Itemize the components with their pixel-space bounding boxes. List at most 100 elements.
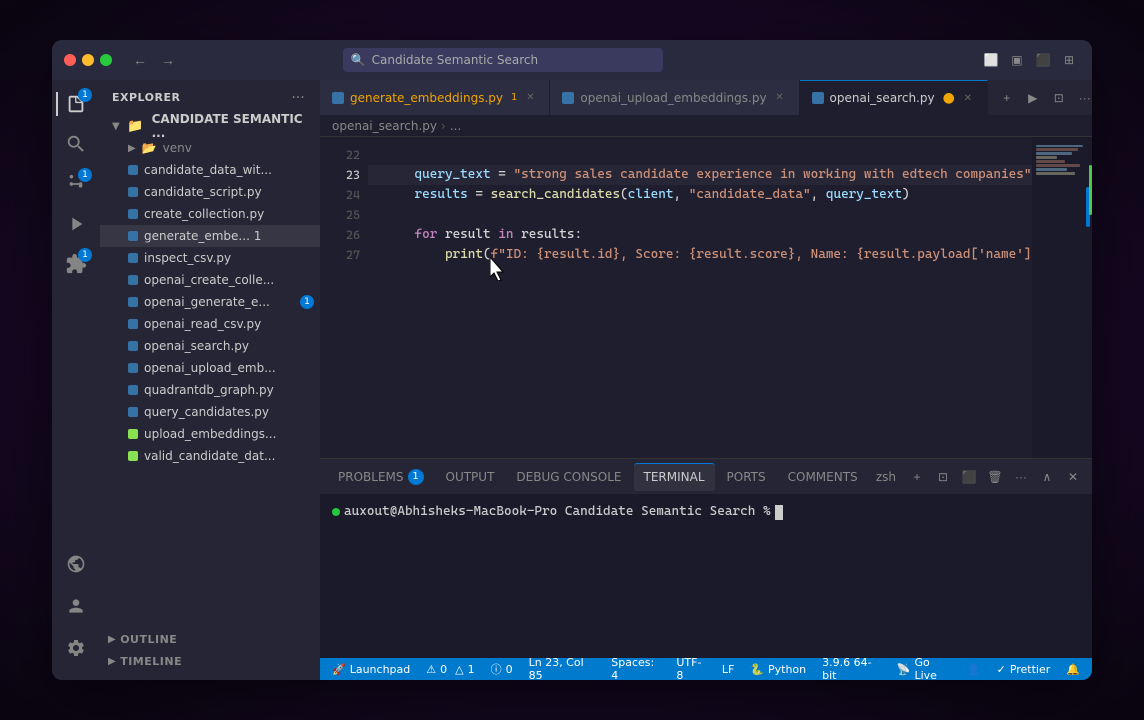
sidebar-item-create-collection[interactable]: create_collection.py [100,203,320,225]
sidebar-more-button[interactable]: ··· [288,88,308,108]
sidebar-item-openai-upload-emb[interactable]: openai_upload_emb... [100,357,320,379]
terminal-tab-label: PORTS [727,470,766,484]
activity-search[interactable] [56,124,96,164]
language-icon: 🐍 [750,663,764,676]
breadcrumb-file[interactable]: openai_search.py [332,119,437,133]
terminal-content[interactable]: auxout@Abhisheks-MacBook-Pro Candidate S… [320,494,1092,658]
code-editor[interactable]: 22 23 24 25 26 27 [320,137,1032,458]
activity-explorer[interactable]: 1 [56,84,96,124]
breadcrumb-context[interactable]: ... [450,119,461,133]
status-position[interactable]: Ln 23, Col 85 [525,658,600,680]
file-label: create_collection.py [144,207,264,221]
titlebar-search[interactable]: 🔍 Candidate Semantic Search [343,48,663,72]
file-type-icon [128,407,138,417]
sidebar-item-venv[interactable]: ▶ 📂 venv [100,137,320,159]
minimap [1032,137,1092,458]
sidebar-item-openai-read-csv[interactable]: openai_read_csv.py [100,313,320,335]
sidebar-item-timeline[interactable]: ▶ TIMELINE [100,650,320,672]
project-folder[interactable]: ▼ 📁 CANDIDATE SEMANTIC ... [100,115,320,137]
code-content[interactable]: query_text = "strong sales candidate exp… [368,137,1032,458]
encoding-label: UTF-8 [676,656,705,680]
sidebar-item-openai-search[interactable]: openai_search.py [100,335,320,357]
more-actions-button[interactable]: ··· [1074,87,1092,109]
terminal-tab-ports[interactable]: PORTS [717,463,776,491]
line-num-22: 22 [320,145,360,165]
venv-icon: 📂 [142,141,157,155]
activity-account[interactable] [56,586,96,626]
terminal-tab-comments[interactable]: COMMENTS [778,463,868,491]
terminal-tab-problems[interactable]: PROBLEMS 1 [328,463,434,491]
tab-openai-search[interactable]: openai_search.py ● ✕ [800,80,988,115]
terminal-tab-debug-console[interactable]: DEBUG CONSOLE [506,463,631,491]
terminal-close-button[interactable]: ✕ [1062,466,1084,488]
terminal-layout-button[interactable]: ⬛ [958,466,980,488]
terminal-add-button[interactable]: + [906,466,928,488]
status-bell[interactable]: 🔔 [1062,658,1084,680]
sidebar-item-openai-generate-e[interactable]: openai_generate_e... 1 [100,291,320,313]
split-editor-button[interactable]: ⬛ [1032,49,1054,71]
terminal-tab-terminal[interactable]: TERMINAL [634,463,715,491]
sidebar-item-openai-create-colle[interactable]: openai_create_colle... [100,269,320,291]
status-line-ending[interactable]: LF [718,658,738,680]
tab-openai-upload-embeddings[interactable]: openai_upload_embeddings.py ✕ [550,80,799,115]
search-text: Candidate Semantic Search [372,53,539,67]
new-file-button[interactable]: + [996,87,1018,109]
terminal-more-button[interactable]: ··· [1010,466,1032,488]
activity-extensions[interactable]: 1 [56,244,96,284]
terminal-maximize-button[interactable]: ∧ [1036,466,1058,488]
customize-layout-button[interactable]: ⊞ [1058,49,1080,71]
activity-remote[interactable] [56,544,96,584]
sidebar-item-quadrantdb-graph[interactable]: quadrantdb_graph.py [100,379,320,401]
account-icon: 👤 [967,663,981,676]
forward-button[interactable]: → [156,48,180,72]
sidebar-toggle-button[interactable]: ⬜ [980,49,1002,71]
folder-arrow-icon: ▼ [112,121,123,132]
run-button[interactable]: ▶ [1022,87,1044,109]
status-info[interactable]: ⓘ 0 [487,658,517,680]
terminal-tab-label: PROBLEMS [338,470,404,484]
terminal-split-button[interactable]: ⊡ [932,466,954,488]
activity-source-control[interactable]: 1 [56,164,96,204]
bell-icon: 🔔 [1066,663,1080,676]
vscode-window: ← → 🔍 Candidate Semantic Search ⬜ ▣ ⬛ ⊞ [52,40,1092,680]
sidebar-item-candidate-script[interactable]: candidate_script.py [100,181,320,203]
terminal-actions: zsh + ⊡ ⬛ 🗑 ··· ∧ ✕ [876,466,1084,488]
file-type-icon [128,231,138,241]
sidebar-item-candidate-data[interactable]: candidate_data_wit... [100,159,320,181]
sidebar-item-valid-candidate-dat[interactable]: valid_candidate_dat... [100,445,320,467]
status-prettier[interactable]: ✓ Prettier [993,658,1055,680]
status-errors[interactable]: ⚠ 0 △ 1 [422,658,478,680]
status-account-icon[interactable]: 👤 [963,658,985,680]
launchpad-icon: 🚀 [332,663,346,676]
traffic-lights [64,54,112,66]
sidebar-item-inspect-csv[interactable]: inspect_csv.py [100,247,320,269]
tab-generate-embeddings[interactable]: generate_embeddings.py 1 ✕ [320,80,550,115]
tab-close-button[interactable]: ✕ [961,91,975,105]
status-go-live[interactable]: 📡 Go Live [893,658,955,680]
status-python-version[interactable]: 3.9.6 64-bit [818,658,885,680]
maximize-button[interactable] [100,54,112,66]
back-button[interactable]: ← [128,48,152,72]
activity-settings[interactable] [56,628,96,668]
status-encoding[interactable]: UTF-8 [672,658,709,680]
minimize-button[interactable] [82,54,94,66]
sidebar-item-query-candidates[interactable]: query_candidates.py [100,401,320,423]
status-launchpad[interactable]: 🚀 Launchpad [328,658,414,680]
tab-close-button[interactable]: ✕ [773,91,787,105]
split-editor-right-button[interactable]: ⊡ [1048,87,1070,109]
sidebar-item-outline[interactable]: ▶ OUTLINE [100,628,320,650]
close-button[interactable] [64,54,76,66]
layout-button[interactable]: ▣ [1006,49,1028,71]
status-spaces[interactable]: Spaces: 4 [607,658,664,680]
terminal-tab-output[interactable]: OUTPUT [436,463,505,491]
file-label: inspect_csv.py [144,251,231,265]
sidebar-item-upload-embeddings[interactable]: upload_embeddings... [100,423,320,445]
activity-run-debug[interactable] [56,204,96,244]
terminal-trash-button[interactable]: 🗑 [984,466,1006,488]
tab-close-button[interactable]: ✕ [523,91,537,105]
sidebar-item-generate-embe[interactable]: generate_embe... 1 [100,225,320,247]
tab-unsaved-dot: ● [943,90,955,106]
status-language[interactable]: 🐍 Python [746,658,810,680]
minimap-line [1036,148,1078,151]
folder-name: CANDIDATE SEMANTIC ... [152,112,312,140]
